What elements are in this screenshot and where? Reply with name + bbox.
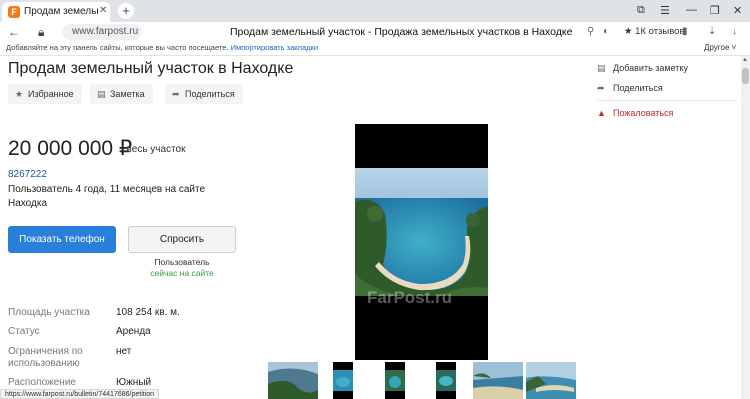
share-label: Поделиться	[185, 89, 235, 99]
prop-status-value: Аренда	[116, 326, 151, 337]
thumbnail-6-image	[526, 362, 576, 399]
note-icon: ▤	[597, 63, 606, 73]
address-bar: ← 🔒︎ www.farpost.ru Продам земельный уча…	[0, 22, 750, 42]
thumbnail-3[interactable]	[385, 362, 405, 399]
import-bookmarks-link[interactable]: Импортировать закладки	[231, 43, 318, 52]
city: Находка	[8, 198, 48, 209]
prop-area-value: 108 254 кв. м.	[116, 307, 180, 318]
new-tab-button[interactable]: +	[118, 3, 134, 19]
thumbnail-4[interactable]	[436, 362, 456, 399]
note-label: Заметка	[110, 89, 145, 99]
prop-restrictions-label: Ограничения по использованию	[8, 346, 83, 369]
other-bookmarks[interactable]: Другое ˅	[704, 43, 736, 52]
download-arrow-icon[interactable]: ↓	[732, 26, 737, 37]
favorite-button[interactable]: ★ Избранное	[8, 84, 82, 104]
url-field[interactable]: www.farpost.ru	[62, 24, 142, 40]
report-link[interactable]: ▲ Пожаловаться	[597, 108, 673, 118]
sidebar-divider	[597, 100, 737, 101]
share-icon: ➦	[597, 83, 605, 93]
user-since: Пользователь 4 года, 11 месяцев на сайте	[8, 184, 206, 195]
thumbnail-4-image	[436, 362, 456, 399]
share-icon: ➦	[172, 89, 180, 99]
tab-bar: F Продам земельный уч ✕ + ⧉ ☰ — ❐ ✕	[0, 0, 750, 22]
online-user-label: Пользователь	[154, 257, 210, 267]
ad-id-link[interactable]: 8267222	[8, 169, 47, 180]
status-url: https://www.farpost.ru/bulletin/74417686…	[0, 389, 160, 399]
sidebar-share-link[interactable]: ➦ Поделиться	[597, 83, 663, 93]
main-photo[interactable]	[355, 124, 488, 360]
sidebar-share-label: Поделиться	[613, 83, 663, 93]
page-content: Продам земельный участок в Находке ★ Изб…	[0, 56, 741, 399]
bookmark-icon[interactable]: ▮	[682, 26, 688, 37]
report-label: Пожаловаться	[613, 108, 674, 118]
downloads-icon[interactable]: ⇣	[708, 26, 716, 37]
tab-close-icon[interactable]: ✕	[99, 5, 107, 16]
photo-watermark: FarPost.ru	[367, 288, 453, 307]
note-icon: ▤	[97, 89, 106, 99]
prop-area-label: Площадь участка	[8, 307, 90, 318]
add-note-link[interactable]: ▤ Добавить заметку	[597, 63, 688, 73]
aerial-coast-image	[355, 124, 488, 360]
bookmarks-hint: Добавляйте на эту панель сайты, которые …	[6, 43, 318, 52]
warning-icon: ▲	[597, 108, 606, 118]
prop-location-value: Южный	[116, 377, 152, 388]
menu-icon[interactable]: ☰	[660, 4, 670, 17]
farpost-favicon-icon: F	[8, 6, 20, 18]
price: 20 000 000 ₽	[8, 137, 133, 160]
thumbnail-1[interactable]	[268, 362, 318, 399]
thumbnail-5-image	[473, 362, 523, 399]
thumbnail-5[interactable]	[473, 362, 523, 399]
thumbnail-2-image	[333, 362, 353, 399]
search-icon[interactable]: ⚲	[587, 26, 594, 37]
close-window-icon[interactable]: ✕	[733, 4, 742, 17]
thumbnail-6[interactable]	[526, 362, 576, 399]
page-scrollbar[interactable]: ▲	[741, 56, 750, 399]
scroll-up-icon[interactable]: ▲	[742, 57, 748, 63]
ask-button[interactable]: Спросить	[128, 226, 236, 253]
prop-status-label: Статус	[8, 326, 40, 337]
price-suffix: / весь участок	[121, 144, 186, 155]
bookmarks-hint-text: Добавляйте на эту панель сайты, которые …	[6, 43, 229, 52]
star-icon: ★	[15, 89, 24, 99]
thumbnail-1-image	[268, 362, 318, 399]
bookmarks-bar: Добавляйте на эту панель сайты, которые …	[0, 42, 750, 56]
browser-tab[interactable]: F Продам земельный уч ✕	[2, 2, 110, 22]
page-title: Продам земельный участок - Продажа земел…	[230, 26, 573, 38]
other-bookmarks-label: Другое	[704, 43, 730, 52]
add-note-label: Добавить заметку	[613, 63, 688, 73]
back-icon[interactable]: ←	[8, 25, 20, 39]
lock-icon[interactable]: 🔒︎	[38, 25, 44, 40]
favorite-label: Избранное	[28, 89, 74, 99]
protect-icon[interactable]: ◐	[603, 26, 609, 37]
tabs-icon[interactable]: ⧉	[637, 4, 645, 17]
scroll-thumb[interactable]	[742, 68, 749, 84]
reviews-badge[interactable]: ★ 1К отзывов	[624, 26, 685, 37]
thumbnail-2[interactable]	[333, 362, 353, 399]
prop-location-label: Расположение	[8, 377, 76, 388]
prop-restrictions-value: нет	[116, 346, 132, 357]
listing-title: Продам земельный участок в Находке	[8, 60, 294, 77]
online-status: сейчас на сайте	[150, 268, 214, 278]
minimize-icon[interactable]: —	[686, 4, 697, 16]
note-button[interactable]: ▤ Заметка	[90, 84, 153, 104]
tab-title: Продам земельный уч	[24, 6, 98, 17]
restore-icon[interactable]: ❐	[710, 4, 720, 17]
thumbnail-3-image	[385, 362, 405, 399]
share-button[interactable]: ➦ Поделиться	[165, 84, 243, 104]
show-phone-button[interactable]: Показать телефон	[8, 226, 116, 253]
